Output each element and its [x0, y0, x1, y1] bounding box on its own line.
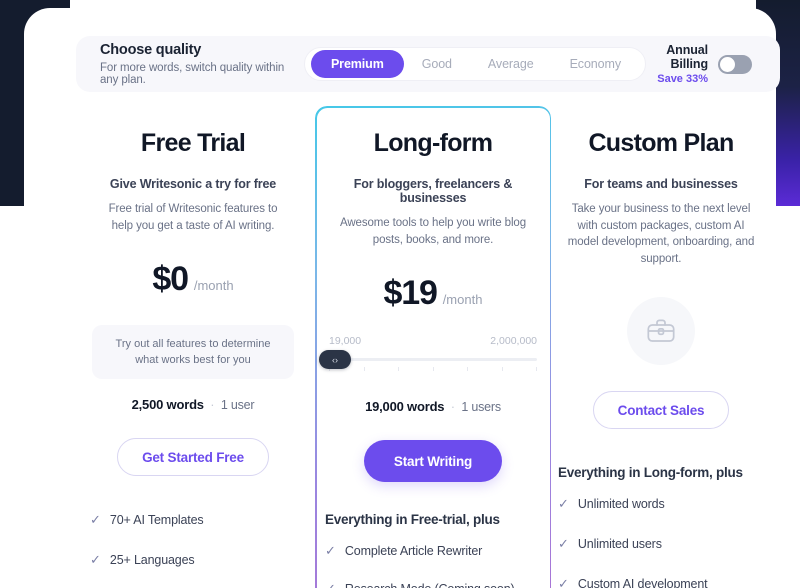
plan-name: Custom Plan: [588, 129, 734, 157]
slider-track[interactable]: [329, 358, 537, 361]
annual-billing-save-badge: Save 33%: [657, 73, 708, 85]
slider-tick: [536, 367, 537, 371]
start-writing-button[interactable]: Start Writing: [363, 440, 503, 482]
check-icon: ✓: [558, 576, 569, 588]
feature-label: Unlimited words: [577, 497, 665, 511]
pricing-sheet: Choose quality For more words, switch qu…: [24, 8, 780, 588]
plan-price-row: $19 /month: [315, 274, 551, 313]
plan-card-custom: Custom Plan For teams and businesses Tak…: [544, 106, 778, 588]
plan-tagline: Give Writesonic a try for free: [109, 177, 277, 191]
plan-price-period: /month: [442, 292, 483, 307]
feature-label: Custom AI development: [577, 577, 708, 588]
plan-price-row: $0 /month: [82, 260, 304, 299]
plan-name: Long-form: [373, 129, 493, 157]
feature-label: Research Mode (Coming soon): [345, 581, 515, 588]
plan-price-period: /month: [193, 278, 234, 293]
slider-handle[interactable]: ‹›: [319, 350, 351, 369]
toggle-knob: [720, 56, 735, 72]
plan-card-free-trial: Free Trial Give Writesonic a try for fre…: [76, 106, 310, 588]
plan-description: Awesome tools to help you write blog pos…: [339, 217, 527, 246]
feature-item: ✓ Custom AI development: [558, 576, 764, 588]
plan-feature-list: Everything in Free-trial, plus ✓ Complet…: [315, 512, 551, 588]
slider-max-label: 2,000,000: [490, 335, 537, 347]
plan-card-long-form: Long-form For bloggers, freelancers & bu…: [315, 106, 551, 588]
features-title: Everything in Long-form, plus: [558, 465, 743, 480]
check-icon: ✓: [558, 536, 569, 551]
contact-sales-button[interactable]: Contact Sales: [592, 391, 730, 429]
feature-label: Unlimited users: [577, 537, 662, 551]
plan-description: Free trial of Writesonic features to hel…: [108, 203, 278, 232]
quality-option-average[interactable]: Average: [470, 51, 552, 77]
plan-meta-row: 2,500 words · 1 user: [82, 397, 304, 412]
plan-meta-row: 19,000 words · 1 users: [315, 399, 551, 414]
annual-billing-toggle[interactable]: [718, 54, 752, 74]
slider-min-label: 19,000: [329, 335, 362, 347]
slider-tick: [501, 367, 503, 371]
quality-title: Choose quality: [100, 42, 202, 58]
feature-item: ✓ 70+ AI Templates: [90, 512, 296, 528]
briefcase-icon: [627, 297, 695, 365]
slider-tick: [363, 367, 365, 371]
slider-tick: [467, 367, 468, 371]
get-started-free-button[interactable]: Get Started Free: [117, 438, 269, 476]
plan-cta-wrap: Contact Sales: [550, 391, 772, 429]
annual-billing-text: Annual Billing Save 33%: [646, 43, 708, 85]
quality-option-good[interactable]: Good: [404, 51, 470, 77]
plan-description: Take your business to the next level wit…: [567, 203, 755, 265]
annual-billing-group: Annual Billing Save 33%: [646, 43, 780, 85]
plan-price: $0: [152, 260, 189, 298]
slider-ticks: [329, 367, 537, 371]
plan-card-long-form-wrap: Long-form For bloggers, freelancers & bu…: [310, 106, 551, 588]
annual-billing-label: Annual Billing: [666, 43, 708, 71]
plan-tagline: For teams and businesses: [584, 177, 738, 191]
plan-cta-wrap: Get Started Free: [82, 438, 304, 476]
slider-tick: [432, 367, 434, 371]
feature-label: 70+ AI Templates: [109, 513, 204, 527]
feature-label: 25+ Languages: [109, 553, 195, 567]
feature-label: Complete Article Rewriter: [344, 544, 483, 558]
plan-users: 1 users: [461, 400, 501, 414]
plan-words: 2,500 words: [131, 397, 204, 412]
plan-users: 1 user: [220, 398, 255, 412]
plan-cta-wrap: Start Writing: [315, 440, 551, 482]
plan-columns: Free Trial Give Writesonic a try for fre…: [76, 106, 780, 588]
check-icon: ✓: [325, 543, 336, 558]
plan-tagline: For bloggers, freelancers & businesses: [353, 177, 513, 205]
check-icon: ✓: [90, 512, 101, 527]
quality-segmented-control[interactable]: Premium Good Average Economy: [303, 47, 646, 81]
words-slider[interactable]: 19,000 2,000,000 ‹›: [319, 335, 537, 381]
plan-feature-list: ✓ 70+ AI Templates ✓ 25+ Languages ✓ Lan…: [82, 512, 304, 588]
feature-item: ✓ Complete Article Rewriter: [325, 543, 541, 559]
feature-item: ✓ Unlimited words: [558, 496, 764, 512]
check-icon: ✓: [558, 496, 569, 511]
quality-option-economy[interactable]: Economy: [552, 51, 639, 77]
plan-price: $19: [383, 274, 438, 312]
plan-meta-separator: ·: [210, 397, 215, 412]
quality-option-premium[interactable]: Premium: [310, 50, 404, 78]
pricing-page: Choose quality For more words, switch qu…: [0, 0, 800, 588]
quality-bar: Choose quality For more words, switch qu…: [76, 36, 780, 92]
plan-words: 19,000 words: [365, 399, 445, 414]
plan-meta-separator: ·: [450, 399, 455, 414]
plan-note: Try out all features to determine what w…: [92, 325, 294, 379]
quality-bar-text: Choose quality For more words, switch qu…: [76, 42, 296, 86]
check-icon: ✓: [90, 552, 101, 567]
slider-tick: [398, 367, 399, 371]
feature-item: ✓ Research Mode (Coming soon): [325, 581, 541, 588]
feature-item: ✓ Unlimited users: [558, 536, 764, 552]
feature-item: ✓ 25+ Languages: [90, 552, 296, 568]
plan-feature-list: Everything in Long-form, plus ✓ Unlimite…: [550, 465, 772, 588]
plan-name: Free Trial: [140, 129, 246, 157]
quality-subtitle: For more words, switch quality within an…: [100, 62, 285, 86]
slider-labels: 19,000 2,000,000: [329, 335, 537, 347]
features-title: Everything in Free-trial, plus: [325, 512, 500, 527]
check-icon: ✓: [325, 581, 336, 588]
